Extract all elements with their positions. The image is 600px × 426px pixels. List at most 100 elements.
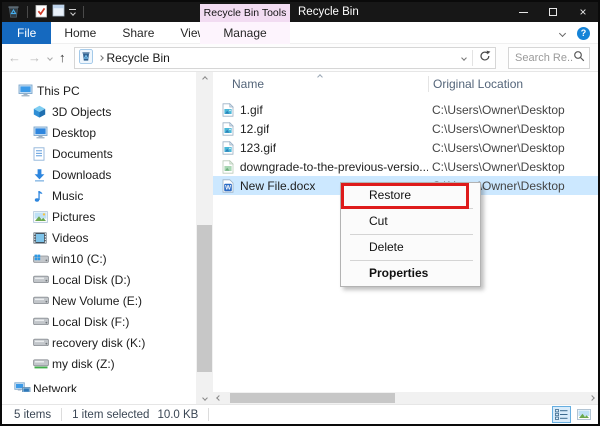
sidebar-item[interactable]: Downloads (2, 164, 196, 185)
sidebar-item[interactable]: Local Disk (D:) (2, 269, 196, 290)
titlebar: Recycle Bin Tools Recycle Bin × (2, 2, 598, 22)
sidebar-item[interactable]: Local Disk (F:) (2, 311, 196, 332)
horizontal-scrollbar-thumb[interactable] (230, 393, 395, 403)
thumbnail-view-icon[interactable] (574, 406, 593, 423)
vertical-scrollbar-thumb[interactable] (197, 225, 212, 372)
divider (208, 408, 209, 421)
sidebar-item[interactable]: my disk (Z:) (2, 353, 196, 374)
context-menu-item[interactable]: Delete (341, 235, 480, 260)
details-view-icon[interactable] (552, 406, 571, 423)
divider (472, 50, 473, 66)
ribbon-collapse-icon[interactable] (559, 29, 566, 36)
file-row[interactable]: 12.gif C:\Users\Owner\Desktop (213, 119, 598, 138)
sidebar-item[interactable]: Desktop (2, 122, 196, 143)
downloads-icon (33, 168, 52, 182)
main-area: This PC 3D Objects Desktop Documents Dow… (2, 72, 598, 392)
folder-icon[interactable] (52, 4, 65, 20)
annotation-red-box (341, 183, 469, 209)
documents-icon (33, 147, 52, 161)
sidebar-item[interactable]: Documents (2, 143, 196, 164)
view-toggle-buttons (552, 406, 593, 423)
column-header-original-location[interactable]: Original Location (428, 76, 523, 92)
column-headers: Name Original Location (213, 72, 598, 96)
properties-check-icon[interactable] (35, 4, 48, 21)
image-file-light-icon (222, 160, 240, 174)
file-rows: 1.gif C:\Users\Owner\Desktop 12.gif C:\U… (213, 100, 598, 195)
sidebar-item[interactable]: This PC (2, 80, 196, 101)
ribbon-right-controls: ? (560, 22, 590, 44)
explorer-window: Recycle Bin Tools Recycle Bin × FileHome… (0, 0, 600, 426)
navigation-pane: This PC 3D Objects Desktop Documents Dow… (2, 72, 196, 392)
context-menu: RestoreCutDeleteProperties (340, 182, 481, 287)
refresh-icon[interactable] (479, 50, 491, 65)
scrollbar-row (2, 392, 598, 404)
selection-count: 1 item selected (72, 409, 149, 421)
help-icon[interactable]: ? (577, 27, 590, 40)
image-file-icon (222, 141, 240, 155)
divider (83, 6, 84, 18)
scroll-left-icon[interactable] (213, 392, 225, 404)
file-row[interactable]: 1.gif C:\Users\Owner\Desktop (213, 100, 598, 119)
recycle-bin-icon (7, 4, 20, 21)
scroll-up-icon[interactable] (196, 72, 213, 86)
search-input[interactable]: Search Re... (515, 52, 573, 64)
address-bar[interactable]: Recycle Bin (74, 47, 497, 69)
system-drive-icon (33, 254, 52, 264)
sidebar-item[interactable]: Videos (2, 227, 196, 248)
file-row[interactable]: 123.gif C:\Users\Owner\Desktop (213, 138, 598, 157)
3d-objects-icon (33, 105, 52, 118)
network-icon (14, 382, 33, 392)
sidebar-item[interactable]: 3D Objects (2, 101, 196, 122)
pictures-icon (33, 211, 52, 223)
horizontal-scrollbar[interactable] (213, 392, 598, 404)
search-box[interactable]: Search Re... (508, 47, 590, 69)
address-dropdown-icon[interactable] (461, 55, 467, 61)
word-file-icon: W (222, 179, 240, 193)
quick-access-toolbar (2, 4, 87, 21)
videos-icon (33, 232, 52, 244)
context-menu-item[interactable]: Cut (341, 209, 480, 234)
maximize-button[interactable] (538, 2, 568, 22)
scroll-down-icon[interactable] (196, 392, 213, 404)
context-menu-item[interactable]: Properties (341, 261, 480, 286)
address-toolbar: ← → ↑ Recycle Bin Search Re... (2, 44, 598, 72)
window-controls: × (508, 2, 598, 22)
breadcrumb[interactable]: Recycle Bin (107, 51, 170, 65)
drive-icon (33, 338, 52, 347)
back-icon[interactable]: ← (8, 50, 21, 65)
sidebar-item[interactable]: win10 (C:) (2, 248, 196, 269)
sidebar-item[interactable]: recovery disk (K:) (2, 332, 196, 353)
svg-text:W: W (225, 184, 231, 191)
selection-size: 10.0 KB (157, 409, 198, 421)
search-icon[interactable] (573, 50, 585, 65)
sidebar-bottom-spacer (2, 392, 196, 404)
up-icon[interactable]: ↑ (59, 50, 66, 65)
divider (61, 408, 62, 421)
sidebar-item[interactable]: Pictures (2, 206, 196, 227)
sidebar-item[interactable]: New Volume (E:) (2, 290, 196, 311)
vertical-scrollbar[interactable] (196, 72, 213, 392)
sidebar-item[interactable]: Network (2, 378, 196, 392)
ribbon-tab[interactable]: Share (109, 22, 167, 44)
recent-locations-icon[interactable] (47, 55, 53, 61)
desktop-icon (33, 126, 52, 139)
network-drive-icon (33, 359, 52, 369)
this-pc-icon (18, 84, 37, 97)
toolbar-chevron-icon[interactable] (69, 9, 76, 15)
status-bar: 5 items 1 item selected 10.0 KB (2, 404, 598, 424)
file-row[interactable]: downgrade-to-the-previous-versio... C:\U… (213, 157, 598, 176)
ribbon-tab[interactable]: Manage (200, 22, 290, 44)
close-button[interactable]: × (568, 2, 598, 22)
ribbon-tabs: FileHomeShareViewManage (2, 22, 598, 44)
item-count: 5 items (14, 409, 51, 421)
contextual-tab-group: Recycle Bin Tools (200, 4, 290, 22)
divider (27, 6, 28, 18)
forward-icon[interactable]: → (28, 50, 41, 65)
ribbon-tab[interactable]: Home (51, 22, 109, 44)
sidebar-item[interactable]: Music (2, 185, 196, 206)
breadcrumb-chevron-icon[interactable] (98, 55, 104, 61)
scroll-right-icon[interactable] (586, 392, 598, 404)
recycle-bin-icon[interactable] (79, 49, 93, 67)
minimize-button[interactable] (508, 2, 538, 22)
ribbon-tab[interactable]: File (2, 22, 51, 44)
